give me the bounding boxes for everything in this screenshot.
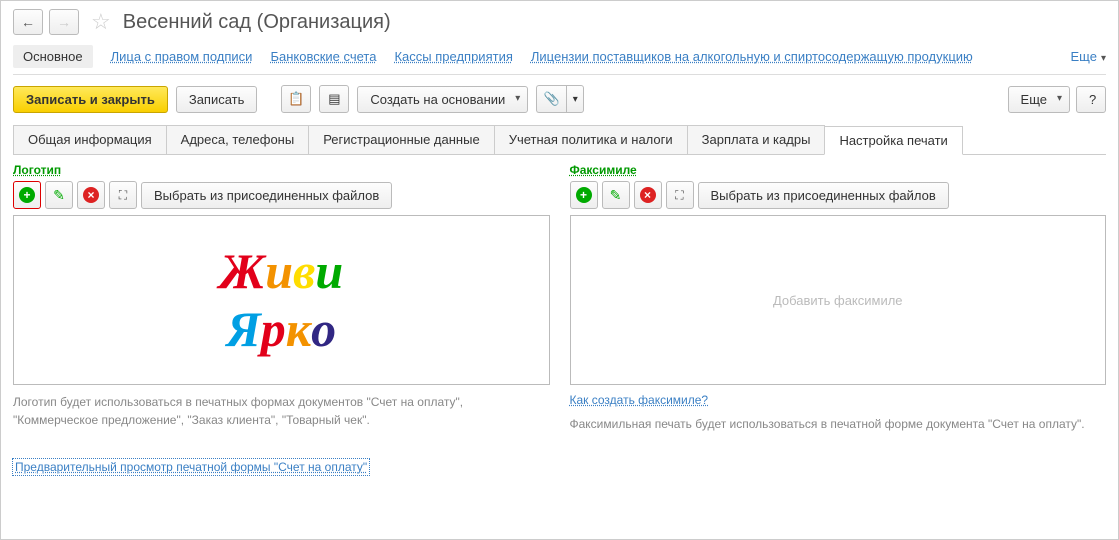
fax-add-button[interactable]: +	[570, 181, 598, 209]
tab-addresses[interactable]: Адреса, телефоны	[166, 125, 310, 154]
list-button[interactable]: ▤	[319, 85, 349, 113]
fax-desc: Факсимильная печать будет использоваться…	[570, 415, 1107, 433]
nav-back-button[interactable]: ←	[13, 9, 43, 35]
star-icon[interactable]: ☆	[91, 9, 111, 35]
pencil-icon: ✎	[53, 187, 65, 204]
fax-choose-button[interactable]: Выбрать из присоединенных файлов	[698, 182, 949, 209]
attach-icon: 📎	[544, 91, 560, 107]
logo-choose-button[interactable]: Выбрать из присоединенных файлов	[141, 182, 392, 209]
nav-forward-button[interactable]: →	[49, 9, 79, 35]
help-button[interactable]: ?	[1076, 86, 1106, 113]
logo-add-button[interactable]: +	[13, 181, 41, 209]
fax-placeholder: Добавить факсимиле	[773, 293, 903, 308]
arrow-right-icon: →	[57, 14, 71, 30]
copy-button[interactable]: 📋	[281, 85, 311, 113]
logo-section: Логотип + ✎ × ⛶ Выбрать из присоединенны…	[13, 163, 550, 475]
x-icon: ×	[83, 187, 99, 203]
attach-dropdown[interactable]: ▾	[566, 85, 584, 113]
logo-title: Логотип	[13, 163, 550, 177]
fax-how-link[interactable]: Как создать факсимиле?	[570, 393, 709, 407]
attach-split-button[interactable]: 📎 ▾	[536, 85, 584, 113]
fax-title: Факсимиле	[570, 163, 1107, 177]
plus-icon: +	[576, 187, 592, 203]
fax-section: Факсимиле + ✎ × ⛶ Выбрать из присоединен…	[570, 163, 1107, 475]
tab-reg[interactable]: Регистрационные данные	[308, 125, 494, 154]
attach-button[interactable]: 📎	[536, 85, 566, 113]
logo-edit-button[interactable]: ✎	[45, 181, 73, 209]
nav-licenses[interactable]: Лицензии поставщиков на алкогольную и сп…	[531, 49, 973, 64]
logo-desc: Логотип будет использоваться в печатных …	[13, 393, 550, 429]
more-button[interactable]: Еще	[1008, 86, 1070, 113]
logo-crop-button[interactable]: ⛶	[109, 181, 137, 209]
tabs: Общая информация Адреса, телефоны Регист…	[13, 125, 1106, 155]
tab-general[interactable]: Общая информация	[13, 125, 167, 154]
save-button[interactable]: Записать	[176, 86, 258, 113]
save-close-button[interactable]: Записать и закрыть	[13, 86, 168, 113]
list-icon: ▤	[328, 91, 340, 107]
logo-preview: Живи Ярко	[13, 215, 550, 385]
nav-cash[interactable]: Кассы предприятия	[394, 49, 512, 64]
logo-image: Живи Ярко	[219, 242, 343, 358]
nav-main[interactable]: Основное	[13, 45, 93, 68]
nav-tabs: Основное Лица с правом подписи Банковски…	[13, 45, 1106, 75]
create-based-button[interactable]: Создать на основании	[357, 86, 528, 113]
fax-crop-button[interactable]: ⛶	[666, 181, 694, 209]
page-title: Весенний сад (Организация)	[123, 11, 391, 34]
logo-preview-link[interactable]: Предварительный просмотр печатной формы …	[13, 459, 369, 475]
fax-edit-button[interactable]: ✎	[602, 181, 630, 209]
chevron-down-icon: ▾	[1101, 53, 1106, 64]
pencil-icon: ✎	[610, 187, 622, 204]
nav-signers[interactable]: Лица с правом подписи	[111, 49, 253, 64]
logo-delete-button[interactable]: ×	[77, 181, 105, 209]
tab-accounting[interactable]: Учетная политика и налоги	[494, 125, 688, 154]
chevron-down-icon: ▾	[573, 94, 578, 105]
tab-payroll[interactable]: Зарплата и кадры	[687, 125, 826, 154]
copy-icon: 📋	[288, 91, 304, 107]
arrow-left-icon: ←	[21, 14, 35, 30]
nav-bank[interactable]: Банковские счета	[270, 49, 376, 64]
nav-more[interactable]: Еще▾	[1071, 49, 1106, 64]
x-icon: ×	[640, 187, 656, 203]
toolbar: Записать и закрыть Записать 📋 ▤ Создать …	[13, 85, 1106, 113]
fax-delete-button[interactable]: ×	[634, 181, 662, 209]
crop-icon: ⛶	[675, 188, 683, 203]
fax-preview[interactable]: Добавить факсимиле	[570, 215, 1107, 385]
crop-icon: ⛶	[119, 188, 127, 203]
tab-print[interactable]: Настройка печати	[824, 126, 962, 155]
plus-icon: +	[19, 187, 35, 203]
